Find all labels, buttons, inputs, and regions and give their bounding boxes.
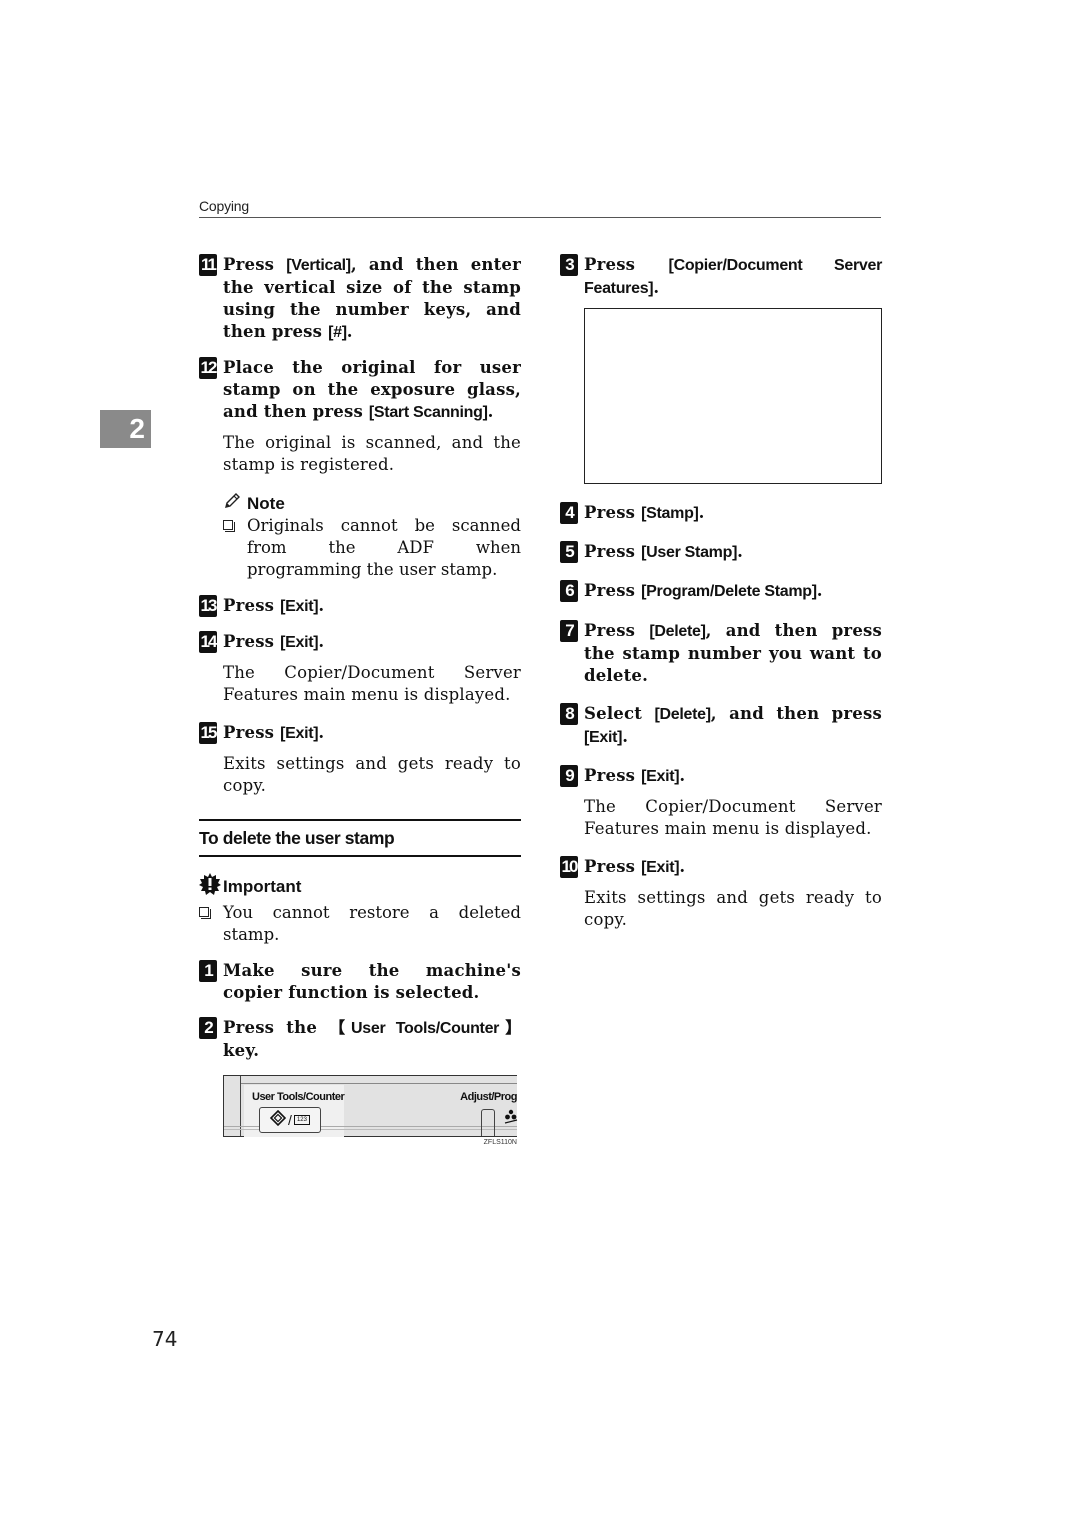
key-hash: [#] (328, 324, 347, 341)
step-10-description: Exits settings and gets ready to copy. (584, 888, 882, 929)
key-user-tools-counter: 【User Tools/Counter】 (329, 1020, 521, 1037)
step-number-badge: 4 (560, 502, 578, 524)
slash-separator: / (288, 1112, 292, 1128)
user-tools-counter-key: / 123 (259, 1107, 321, 1133)
section-title: To delete the user stamp (199, 819, 521, 857)
step-instruction: Select [Delete], and then press [Exit]. (584, 704, 882, 746)
step-number-badge: 8 (560, 703, 578, 725)
chapter-tab: 2 (100, 410, 151, 448)
control-panel-illustration: User Tools/Counter Adjust/Prog / 123 ZFL… (223, 1075, 517, 1146)
step-instruction: Press [Exit]. (584, 766, 686, 785)
important-badge-icon (199, 873, 221, 900)
key-delete: [Delete] (654, 706, 711, 723)
step-13: 13 Press [Exit]. (199, 595, 521, 618)
key-exit: [Exit] (280, 634, 319, 651)
pencil-icon (223, 492, 243, 515)
step-12-description: The original is scanned, and the stamp i… (223, 433, 521, 474)
delete-step-6: 6 Press [Program/Delete Stamp]. (560, 580, 882, 603)
key-exit: [Exit] (280, 725, 319, 742)
step-instruction: Press [Exit]. (223, 632, 325, 651)
header-rule (199, 217, 881, 218)
delete-step-8: 8 Select [Delete], and then press [Exit]… (560, 703, 882, 749)
step-instruction: Press [Stamp]. (584, 503, 705, 522)
adjust-key-edge (481, 1109, 495, 1136)
step-11: 11 Press [Vertical], and then enter the … (199, 254, 521, 344)
note-heading: Note (199, 492, 521, 515)
step-instruction: Press the 【User Tools/Counter】 key. (223, 1018, 521, 1060)
key-vertical: [Vertical] (286, 257, 351, 274)
delete-step-3: 3 Press [Copier/Document Server Features… (560, 254, 882, 300)
step-instruction: Press [Exit]. (584, 857, 686, 876)
delete-step-4: 4 Press [Stamp]. (560, 502, 882, 525)
figure-code: ZFLS110N (483, 1139, 517, 1146)
step-instruction: Press [Program/Delete Stamp]. (584, 581, 823, 600)
delete-step-5: 5 Press [User Stamp]. (560, 541, 882, 564)
delete-step-7: 7 Press [Delete], and then press the sta… (560, 620, 882, 687)
important-heading: Important (199, 873, 521, 900)
left-column: 11 Press [Vertical], and then enter the … (199, 254, 521, 1146)
step-9-description: The Copier/Document Server Features main… (584, 797, 882, 838)
step-instruction: Press [Exit]. (223, 723, 325, 742)
panel-body: User Tools/Counter Adjust/Prog / 123 (223, 1075, 517, 1137)
step-14: 14 Press [Exit]. (199, 631, 521, 654)
step-number-badge: 1 (199, 960, 217, 982)
step-number-badge: 6 (560, 580, 578, 602)
important-item: You cannot restore a deleted stamp. (199, 902, 521, 946)
step-instruction: Press [Exit]. (223, 596, 325, 615)
panel-label-adjust: Adjust/Prog (460, 1091, 517, 1103)
right-column: 3 Press [Copier/Document Server Features… (560, 254, 882, 947)
key-start-scanning: [Start Scanning] (368, 404, 488, 421)
step-instruction: Place the original for user stamp on the… (223, 358, 521, 421)
note-item: Originals cannot be scanned from the ADF… (199, 515, 521, 581)
checkbox-bullet-icon (199, 907, 211, 919)
step-number-badge: 2 (199, 1017, 217, 1039)
page-number: 74 (152, 1327, 178, 1351)
step-number-badge: 14 (199, 631, 217, 653)
key-exit: [Exit] (584, 729, 623, 746)
delete-step-9: 9 Press [Exit]. (560, 765, 882, 788)
step-12: 12 Place the original for user stamp on … (199, 357, 521, 424)
step-number-badge: 9 (560, 765, 578, 787)
step-number-badge: 11 (199, 254, 217, 276)
step-number-badge: 7 (560, 620, 578, 642)
key-user-stamp: [User Stamp] (641, 544, 738, 561)
step-15: 15 Press [Exit]. (199, 722, 521, 745)
step-instruction: Press [Delete], and then press the stamp… (584, 621, 883, 685)
delete-step-10: 10 Press [Exit]. (560, 856, 882, 879)
key-exit: [Exit] (280, 598, 319, 615)
screen-illustration-placeholder (584, 308, 882, 484)
step-instruction: Press [Copier/Document Server Features]. (584, 255, 882, 297)
key-exit: [Exit] (641, 859, 680, 876)
step-14-description: The Copier/Document Server Features main… (223, 663, 521, 704)
step-number-badge: 13 (199, 595, 217, 617)
user-tools-diamond-icon (269, 1109, 287, 1131)
step-number-badge: 3 (560, 254, 578, 276)
step-instruction: Make sure the machine's copier function … (223, 961, 521, 1002)
step-instruction: Press [User Stamp]. (584, 542, 744, 561)
key-exit: [Exit] (641, 768, 680, 785)
checkbox-bullet-icon (223, 520, 235, 532)
panel-label-user-tools: User Tools/Counter (252, 1091, 345, 1103)
step-instruction: Press [Vertical], and then enter the ver… (223, 255, 522, 341)
step-number-badge: 10 (560, 856, 578, 878)
running-head: Copying (199, 198, 249, 214)
step-number-badge: 15 (199, 722, 217, 744)
delete-step-2: 2 Press the 【User Tools/Counter】 key. (199, 1017, 521, 1062)
delete-step-1: 1 Make sure the machine's copier functio… (199, 960, 521, 1004)
key-stamp: [Stamp] (641, 505, 699, 522)
step-number-badge: 5 (560, 541, 578, 563)
counter-icon: 123 (293, 1115, 310, 1125)
key-program-delete-stamp: [Program/Delete Stamp] (641, 583, 817, 600)
step-number-badge: 12 (199, 357, 217, 379)
key-delete: [Delete] (649, 623, 706, 640)
people-icon (504, 1109, 518, 1130)
step-15-description: Exits settings and gets ready to copy. (223, 754, 521, 795)
